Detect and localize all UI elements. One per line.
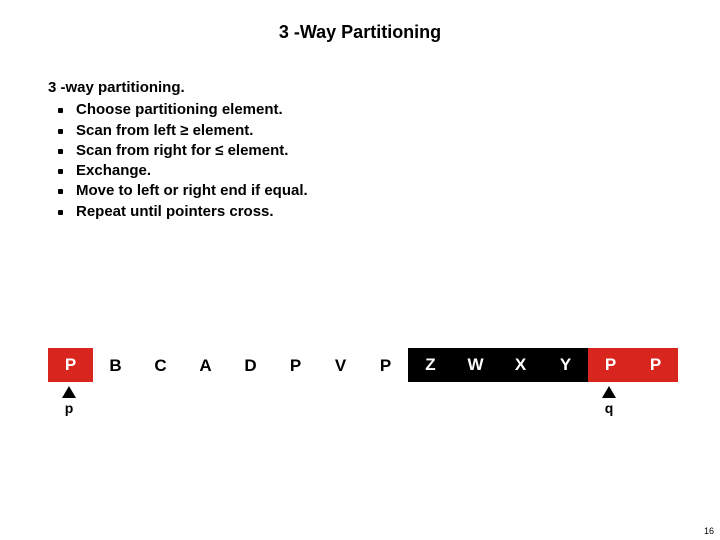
- bullet-item: Repeat until pointers cross.: [48, 202, 308, 222]
- bullet-list: Choose partitioning element. Scan from l…: [48, 100, 308, 222]
- bullet-item: Choose partitioning element.: [48, 100, 308, 120]
- content-block: 3 -way partitioning. Choose partitioning…: [48, 78, 308, 222]
- section-heading: 3 -way partitioning.: [48, 78, 308, 98]
- arrow-up-icon: [602, 386, 616, 398]
- pointer-row: p q: [48, 386, 678, 436]
- bullet-item: Move to left or right end if equal.: [48, 181, 308, 201]
- array-row: P B C A D P V P Z W X Y P P: [48, 348, 678, 382]
- bullet-item: Exchange.: [48, 161, 308, 181]
- array-cell: P: [633, 348, 678, 382]
- pointer-label: p: [62, 400, 76, 416]
- bullet-item: Scan from left ≥ element.: [48, 121, 308, 141]
- bullet-item: Scan from right for ≤ element.: [48, 141, 308, 161]
- array-cell: V: [318, 348, 363, 382]
- array-cell: P: [363, 348, 408, 382]
- array-cell: P: [48, 348, 93, 382]
- array-cell: D: [228, 348, 273, 382]
- array-cell: A: [183, 348, 228, 382]
- array-cell: Z: [408, 348, 453, 382]
- pointer-label: q: [602, 400, 616, 416]
- page-number: 16: [704, 526, 714, 536]
- array-cell: C: [138, 348, 183, 382]
- array-cell: B: [93, 348, 138, 382]
- array-cell: Y: [543, 348, 588, 382]
- pointer-p: p: [62, 386, 76, 416]
- pointer-q: q: [602, 386, 616, 416]
- array-cell: P: [273, 348, 318, 382]
- arrow-up-icon: [62, 386, 76, 398]
- array-cell: X: [498, 348, 543, 382]
- array-cell: P: [588, 348, 633, 382]
- slide-title: 3 -Way Partitioning: [0, 0, 720, 43]
- array-cell: W: [453, 348, 498, 382]
